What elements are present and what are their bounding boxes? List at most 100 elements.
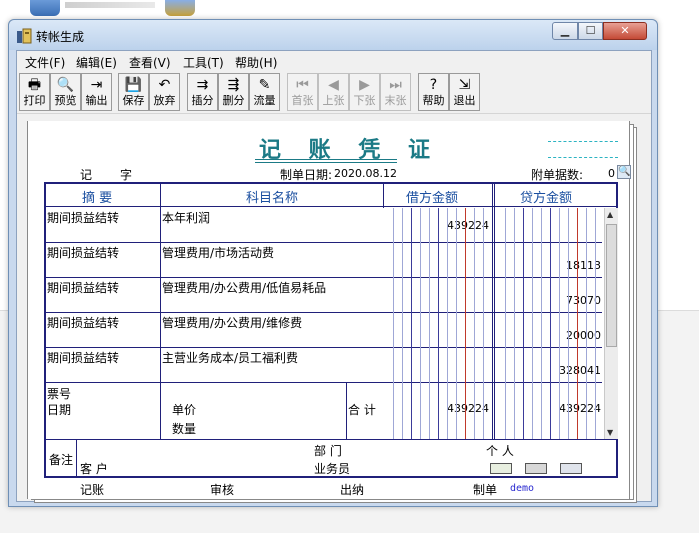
amount-digit-line (393, 208, 394, 439)
toolbar-button-exit[interactable]: ⇲ 退出 (449, 73, 480, 111)
amount-digit-line (438, 208, 439, 439)
voucher-id-line (548, 157, 618, 158)
toolbar-button-undo[interactable]: ↶ 放弃 (149, 73, 180, 111)
date-label: 制单日期: (280, 168, 333, 182)
export-icon: ⇥ (90, 77, 103, 93)
toolbar-button-last[interactable]: ⏭ 末张 (380, 73, 411, 111)
cashflow-icon: ✎ (258, 77, 271, 93)
amount-digit-line (514, 208, 515, 439)
desktop-app-icon-2 (165, 0, 195, 16)
toolbar-button-next[interactable]: ▶ 下张 (349, 73, 380, 111)
date-value[interactable]: 2020.08.12 (334, 167, 397, 180)
printer-icon: 🖶 (27, 77, 42, 93)
row-summary[interactable]: 期间损益结转 (47, 349, 119, 366)
row-account[interactable]: 管理费用/办公费用/维修费 (162, 314, 302, 331)
toolbar-button-label: 上张 (322, 94, 345, 107)
amount-digit-line (402, 208, 403, 439)
toolbar-button-save[interactable]: 💾 保存 (118, 73, 149, 111)
amount-digit-line (523, 208, 524, 439)
minimize-button[interactable]: ▁ (552, 22, 578, 40)
row-account[interactable]: 管理费用/市场活动费 (162, 244, 274, 261)
amount-digit-line (483, 208, 484, 439)
department-label: 部 门 (314, 444, 342, 458)
menu-file[interactable]: 文件(F) (25, 54, 65, 71)
scroll-thumb[interactable] (606, 224, 617, 347)
toolbar-button-first[interactable]: ⏮ 首张 (287, 73, 318, 111)
grid-line (46, 439, 616, 440)
total-credit: 439224 (559, 402, 601, 415)
title-underline (255, 162, 397, 163)
toolbar-button-label: 放弃 (153, 94, 176, 107)
toolbar-button-label: 退出 (453, 94, 476, 107)
toolbar-button-printer[interactable]: 🖶 打印 (19, 73, 50, 111)
first-icon: ⏮ (296, 77, 309, 93)
cashier-label: 出纳 (340, 483, 365, 497)
menu-edit[interactable]: 编辑(E) (76, 54, 117, 71)
attachments-value[interactable]: 0 (608, 167, 615, 180)
toolbar-button-label: 输出 (85, 94, 108, 107)
voucher-grid: 摘 要 科目名称 借方金额 贷方金额 票号 日期 单价 数量 合 计 43922… (44, 182, 618, 478)
scroll-down-icon[interactable]: ▼ (607, 428, 613, 437)
person-search-icon[interactable] (560, 463, 582, 474)
grid-line (383, 184, 384, 208)
grid-line (46, 206, 616, 207)
menu-view[interactable]: 查看(V) (129, 54, 171, 71)
scroll-up-icon[interactable]: ▲ (607, 210, 613, 219)
reviewer-label: 审核 (210, 483, 235, 497)
delete-row-icon: ⇶ (227, 77, 240, 93)
vertical-scrollbar[interactable]: ▲ ▼ (604, 208, 618, 439)
row-summary[interactable]: 期间损益结转 (47, 209, 119, 226)
row-debit[interactable]: 439224 (399, 219, 489, 232)
toolbar-button-help[interactable]: ? 帮助 (418, 73, 449, 111)
row-credit[interactable]: 20000 (511, 329, 601, 342)
quantity-label: 数量 (172, 422, 197, 436)
toolbar-button-label: 打印 (23, 94, 46, 107)
row-credit[interactable]: 18113 (511, 259, 601, 272)
toolbar-button-prev[interactable]: ◀ 上张 (318, 73, 349, 111)
row-credit[interactable]: 328041 (511, 364, 601, 377)
customer-label: 客 户 (80, 462, 108, 476)
row-credit[interactable]: 73070 (511, 294, 601, 307)
voucher-sheet: 记 账 凭 证 记 字 制单日期: 2020.08.12 附单据数: 0 🔍 摘… (27, 121, 631, 499)
attachments-label: 附单据数: (531, 168, 584, 182)
voucher-type[interactable]: 记 (80, 166, 92, 183)
column-debit: 借方金额 (406, 191, 459, 206)
title-bar[interactable]: 转帐生成 ▁ ☐ ✕ (9, 20, 657, 50)
toolbar-button-insert-row[interactable]: ⇉ 插分 (187, 73, 218, 111)
column-summary: 摘 要 (82, 191, 113, 206)
insert-row-icon: ⇉ (196, 77, 209, 93)
search-icon[interactable]: 🔍 (617, 165, 631, 179)
toolbar-button-label: 首张 (291, 94, 314, 107)
row-summary[interactable]: 期间损益结转 (47, 314, 119, 331)
amount-digit-line (568, 208, 569, 439)
grid-line (46, 347, 602, 348)
amount-digit-line (465, 208, 466, 439)
person-card-icon[interactable] (490, 463, 512, 474)
toolbar-button-delete-row[interactable]: ⇶ 删分 (218, 73, 249, 111)
row-account[interactable]: 管理费用/办公费用/低值易耗品 (162, 279, 326, 296)
notes-label: 备注 (49, 453, 74, 467)
undo-icon: ↶ (158, 77, 171, 93)
menu-tools[interactable]: 工具(T) (183, 54, 224, 71)
close-button[interactable]: ✕ (603, 22, 647, 40)
menu-help[interactable]: 帮助(H) (235, 54, 277, 71)
toolbar-button-label: 帮助 (422, 94, 445, 107)
person-detail-icon[interactable] (525, 463, 547, 474)
toolbar-button-label: 保存 (122, 94, 145, 107)
toolbar-button-cashflow[interactable]: ✎ 流量 (249, 73, 280, 111)
maximize-button[interactable]: ☐ (578, 22, 603, 40)
voucher-number-label: 字 (120, 168, 133, 182)
window-title: 转帐生成 (36, 30, 85, 44)
grid-line (76, 439, 77, 478)
toolbar-button-preview[interactable]: 🔍 预览 (50, 73, 81, 111)
toolbar-button-label: 预览 (54, 94, 77, 107)
row-summary[interactable]: 期间损益结转 (47, 244, 119, 261)
amount-digit-line (447, 208, 448, 439)
row-account[interactable]: 本年利润 (162, 209, 210, 226)
toolbar-button-export[interactable]: ⇥ 输出 (81, 73, 112, 111)
row-summary[interactable]: 期间损益结转 (47, 279, 119, 296)
row-account[interactable]: 主营业务成本/员工福利费 (162, 349, 298, 366)
grid-line (46, 312, 602, 313)
voucher-id-line (548, 141, 618, 142)
amount-digit-line (550, 208, 551, 439)
